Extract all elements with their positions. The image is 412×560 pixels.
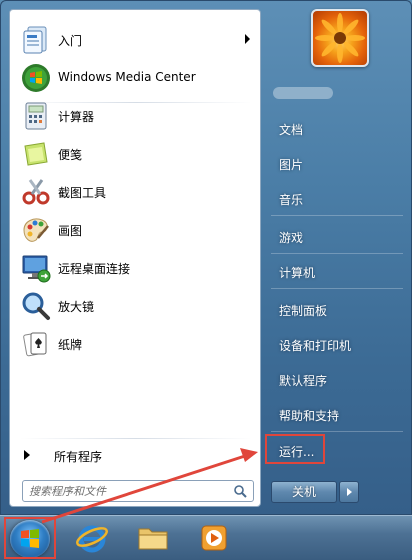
right-item-pictures[interactable]: 图片 xyxy=(267,150,407,176)
arrow-right-icon xyxy=(347,488,352,496)
start-menu: 入门 Windows Media Center 计算器 便笺 截图工具 画图 远… xyxy=(0,0,412,515)
program-label: 画图 xyxy=(58,224,83,238)
right-item-control-panel[interactable]: 控制面板 xyxy=(267,296,407,322)
program-label: 入门 xyxy=(58,34,83,48)
program-item-remote-desktop[interactable]: 远程桌面连接 xyxy=(14,250,258,286)
shutdown-button[interactable]: 关机 xyxy=(271,481,337,503)
program-item-sticky-notes[interactable]: 便笺 xyxy=(14,136,258,172)
calculator-icon xyxy=(20,100,52,132)
search-icon[interactable] xyxy=(233,484,247,498)
search-input[interactable] xyxy=(29,484,225,498)
program-label: 放大镜 xyxy=(58,300,95,314)
shutdown-options-button[interactable] xyxy=(339,481,359,503)
right-item-label: 图片 xyxy=(279,158,304,172)
solitaire-icon xyxy=(20,328,52,360)
arrow-right-icon xyxy=(24,450,30,460)
right-item-computer[interactable]: 计算机 xyxy=(267,258,407,284)
program-item-snipping-tool[interactable]: 截图工具 xyxy=(14,174,258,210)
internet-explorer-icon[interactable] xyxy=(74,521,110,555)
program-item-paint[interactable]: 画图 xyxy=(14,212,258,248)
right-item-label: 控制面板 xyxy=(279,304,328,318)
divider xyxy=(271,253,403,254)
divider xyxy=(20,438,252,439)
user-name-blurred[interactable] xyxy=(273,87,333,99)
start-highlight-box xyxy=(4,517,56,559)
all-programs-label: 所有程序 xyxy=(54,450,103,464)
run-highlight-box xyxy=(265,434,325,464)
program-label: Windows Media Center xyxy=(58,70,196,84)
divider xyxy=(271,215,403,216)
program-item-getting-started[interactable]: 入门 xyxy=(14,22,258,58)
divider xyxy=(271,288,403,289)
sticky-notes-icon xyxy=(20,138,52,170)
media-player-icon[interactable] xyxy=(196,521,232,555)
user-picture[interactable] xyxy=(311,9,369,67)
right-item-label: 计算机 xyxy=(279,266,316,280)
paint-icon xyxy=(20,214,52,246)
search-box[interactable] xyxy=(22,480,254,502)
program-item-magnifier[interactable]: 放大镜 xyxy=(14,288,258,324)
remote-desktop-icon xyxy=(20,252,52,284)
program-item-calculator[interactable]: 计算器 xyxy=(14,98,258,134)
divider xyxy=(271,431,403,432)
program-item-media-center[interactable]: Windows Media Center xyxy=(14,60,258,96)
all-programs-button[interactable]: 所有程序 xyxy=(14,442,258,468)
right-item-music[interactable]: 音乐 xyxy=(267,185,407,211)
program-label: 远程桌面连接 xyxy=(58,262,131,276)
right-item-label: 设备和打印机 xyxy=(279,339,352,353)
program-label: 截图工具 xyxy=(58,186,107,200)
media-center-icon xyxy=(20,62,52,94)
submenu-arrow-icon xyxy=(245,34,250,44)
explorer-folder-icon[interactable] xyxy=(135,521,171,555)
getting-started-icon xyxy=(20,24,52,56)
right-item-games[interactable]: 游戏 xyxy=(267,223,407,249)
right-item-label: 默认程序 xyxy=(279,374,328,388)
right-item-label: 帮助和支持 xyxy=(279,409,340,423)
right-item-help-support[interactable]: 帮助和支持 xyxy=(267,401,407,427)
right-item-label: 文档 xyxy=(279,123,304,137)
program-label: 便笺 xyxy=(58,148,83,162)
right-item-documents[interactable]: 文档 xyxy=(267,115,407,141)
snipping-tool-icon xyxy=(20,176,52,208)
right-item-label: 音乐 xyxy=(279,193,304,207)
right-item-label: 游戏 xyxy=(279,231,304,245)
program-label: 计算器 xyxy=(58,110,95,124)
right-item-default-programs[interactable]: 默认程序 xyxy=(267,366,407,392)
programs-pane: 入门 Windows Media Center 计算器 便笺 截图工具 画图 远… xyxy=(9,9,261,507)
right-item-devices-printers[interactable]: 设备和打印机 xyxy=(267,331,407,357)
magnifier-icon xyxy=(20,290,52,322)
program-item-solitaire[interactable]: 纸牌 xyxy=(14,326,258,362)
program-label: 纸牌 xyxy=(58,338,83,352)
